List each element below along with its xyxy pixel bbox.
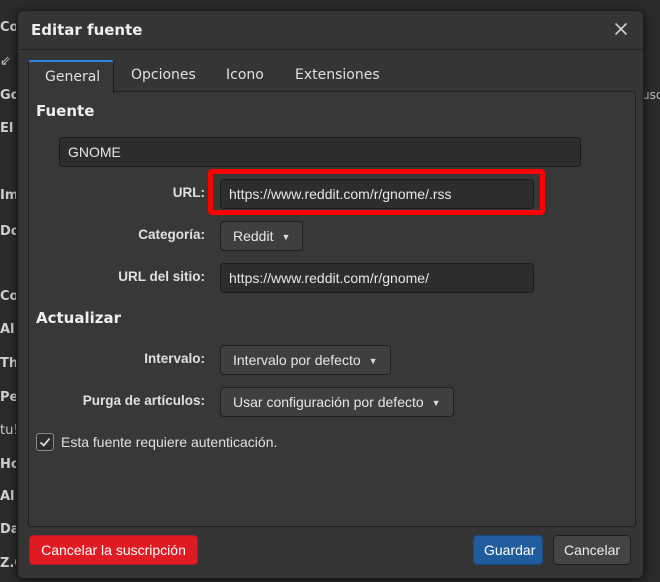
background-item: Al [0, 489, 15, 504]
background-item: Go [0, 88, 16, 103]
intervalo-value: Intervalo por defecto [233, 352, 361, 368]
background-item: Pe [0, 390, 16, 405]
purga-dropdown[interactable]: Usar configuración por defecto ▼ [220, 387, 454, 417]
feed-name-input[interactable]: GNOME [59, 137, 581, 167]
categoria-value: Reddit [233, 228, 274, 244]
tab-opciones[interactable]: Opciones [115, 60, 212, 92]
checkmark-icon [39, 437, 51, 447]
tab-extensiones[interactable]: Extensiones [279, 60, 396, 92]
background-item: Da [0, 522, 16, 537]
dialog-title: Editar fuente [31, 21, 143, 39]
background-item: ⇙ [0, 54, 11, 69]
background-item: El [0, 121, 14, 136]
chevron-down-icon: ▼ [368, 356, 378, 367]
site-url-label: URL del sitio: [118, 269, 205, 284]
background-item: Im [0, 188, 16, 203]
site-url-input[interactable]: https://www.reddit.com/r/gnome/ [220, 263, 534, 293]
unsubscribe-button[interactable]: Cancelar la suscripción [29, 535, 198, 565]
intervalo-dropdown[interactable]: Intervalo por defecto ▼ [220, 345, 391, 375]
close-icon[interactable] [613, 22, 629, 38]
section-fuente: Fuente [36, 102, 95, 120]
categoria-label: Categoría: [138, 227, 205, 242]
cancel-button[interactable]: Cancelar [553, 535, 631, 565]
section-actualizar: Actualizar [36, 309, 122, 327]
purga-value: Usar configuración por defecto [233, 394, 424, 410]
tab-icono[interactable]: Icono [210, 60, 280, 92]
tab-general[interactable]: General [28, 60, 114, 93]
background-item: Do [0, 224, 16, 239]
background-item: tu! [0, 423, 16, 438]
intervalo-label: Intervalo: [144, 351, 205, 366]
background-right-text: uso [642, 88, 660, 102]
background-item: Z.C [0, 556, 16, 571]
background-item: Co [0, 289, 16, 304]
save-button[interactable]: Guardar [473, 535, 543, 565]
auth-checkbox-label[interactable]: Esta fuente requiere autenticación. [61, 434, 277, 450]
purga-label: Purga de artículos: [82, 393, 205, 408]
auth-checkbox[interactable] [36, 433, 54, 451]
categoria-dropdown[interactable]: Reddit ▼ [220, 221, 304, 251]
background-item: Ho [0, 457, 16, 472]
background-item: Th [0, 356, 16, 371]
dialog-titlebar: Editar fuente [18, 11, 643, 50]
chevron-down-icon: ▼ [281, 232, 291, 243]
url-label: URL: [172, 185, 205, 200]
chevron-down-icon: ▼ [431, 398, 441, 409]
edit-feed-dialog: Editar fuente General Opciones Icono Ext… [17, 10, 644, 579]
url-input[interactable]: https://www.reddit.com/r/gnome/.rss [220, 179, 534, 209]
background-item: Al [0, 322, 15, 337]
background-item: Co [0, 20, 16, 35]
